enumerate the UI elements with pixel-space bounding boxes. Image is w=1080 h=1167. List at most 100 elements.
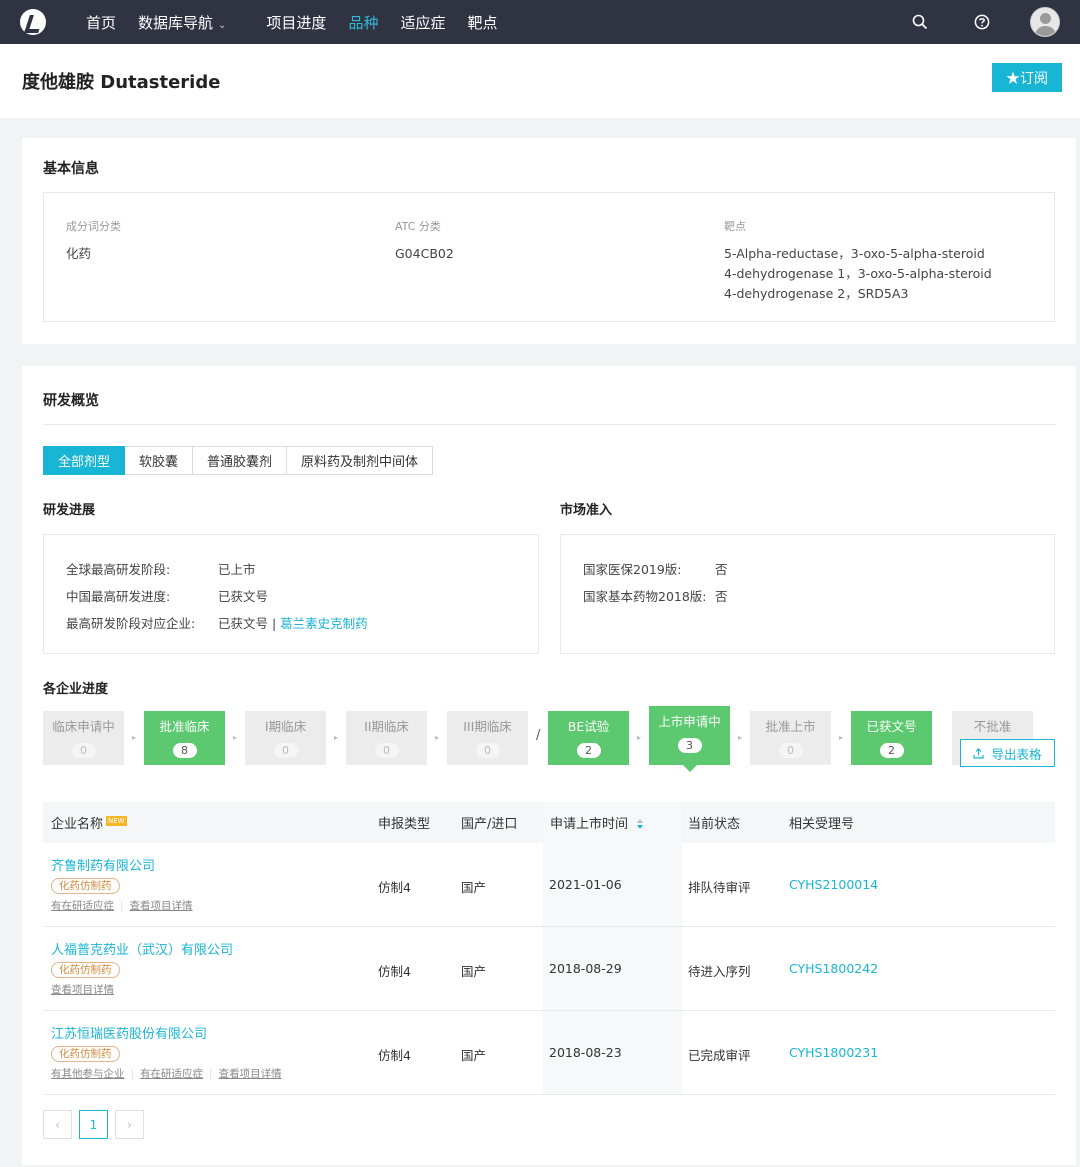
basic-info-card: 基本信息 成分词分类 化药 ATC 分类 G04CB02 靶点 5-Alpha-…	[22, 138, 1076, 344]
help-icon[interactable]	[972, 12, 992, 32]
kv-row-edl: 国家基本药物2018版: 否	[583, 583, 1032, 610]
kv-value: 已获文号	[218, 589, 269, 604]
indications-link[interactable]: 有在研适应症	[140, 1068, 203, 1080]
stage-count: 2	[576, 743, 601, 758]
acceptance-link[interactable]: CYHS2100014	[789, 877, 878, 892]
next-page-button[interactable]: ›	[115, 1110, 144, 1139]
tab-soft-capsule[interactable]: 软胶囊	[125, 446, 194, 475]
date-cell: 2018-08-23	[549, 1045, 622, 1060]
stage-phase-2[interactable]: II期临床 0	[346, 711, 427, 765]
stage-clinical-application[interactable]: 临床申请中 0	[43, 711, 124, 765]
info-value: 5-Alpha-reductase，3-oxo-5-alpha-steroid …	[724, 246, 992, 301]
company-name-link[interactable]: 江苏恒瑞医药股份有限公司	[51, 1023, 282, 1042]
market-section: 市场准入 国家医保2019版: 否 国家基本药物2018版: 否	[560, 499, 1055, 654]
row-links: 有在研适应症 | 查看项目详情	[51, 900, 193, 912]
nav-item-targets[interactable]: 靶点	[467, 12, 497, 33]
search-icon[interactable]	[910, 12, 930, 32]
type-cell: 仿制4	[378, 964, 411, 979]
arrow-right-icon: ▸	[435, 733, 440, 742]
stage-count: 2	[879, 743, 904, 758]
stage-label: 上市申请中	[658, 714, 721, 729]
tab-api-intermediate[interactable]: 原料药及制剂中间体	[287, 446, 434, 475]
market-box: 国家医保2019版: 否 国家基本药物2018版: 否	[560, 534, 1055, 654]
user-avatar-icon[interactable]	[1030, 7, 1060, 37]
tab-all-dosage[interactable]: 全部剂型	[43, 446, 126, 475]
stage-marketing-approved[interactable]: 批准上市 0	[750, 711, 831, 765]
kv-row-company: 最高研发阶段对应企业: 已获文号 | 葛兰素史克制药	[66, 610, 516, 637]
kv-key: 最高研发阶段对应企业:	[66, 616, 196, 631]
arrow-right-icon: ▸	[132, 733, 137, 742]
info-target: 靶点 5-Alpha-reductase，3-oxo-5-alpha-stero…	[724, 218, 994, 304]
project-detail-link[interactable]: 查看项目详情	[130, 900, 193, 912]
nav-item-database-label: 数据库导航	[138, 13, 214, 32]
export-label: 导出表格	[991, 747, 1042, 762]
company-name-link[interactable]: 人福普克药业（武汉）有限公司	[51, 939, 233, 958]
header-acceptance: 相关受理号	[789, 817, 855, 832]
arrow-right-icon: ▸	[334, 733, 339, 742]
stage-count: 0	[273, 743, 298, 758]
drug-type-tag: 化药仿制药	[51, 962, 120, 978]
kv-row-china: 中国最高研发进度: 已获文号	[66, 583, 516, 610]
logo-icon[interactable]	[20, 9, 46, 35]
row-links: 查看项目详情	[51, 982, 233, 997]
kv-key: 国家医保2019版:	[583, 562, 682, 577]
kv-key: 国家基本药物2018版:	[583, 589, 707, 604]
company-name-link[interactable]: 齐鲁制药有限公司	[51, 855, 193, 874]
indications-link[interactable]: 有在研适应症	[51, 900, 114, 912]
arrow-right-icon: ▸	[233, 733, 238, 742]
header-origin: 国产/进口	[461, 817, 518, 832]
header-date-label: 申请上市时间	[550, 817, 629, 832]
progress-market-row: 研发进展 全球最高研发阶段: 已上市 中国最高研发进度: 已获文号 最高研发阶段…	[43, 499, 1055, 654]
stage-be-trial[interactable]: BE试验 2	[548, 711, 629, 765]
header-date[interactable]: 申请上市时间	[550, 813, 644, 832]
origin-cell: 国产	[461, 1048, 487, 1063]
origin-cell: 国产	[461, 880, 487, 895]
nav-item-projects[interactable]: 项目进度	[266, 12, 326, 33]
stage-approval-number[interactable]: 已获文号 2	[851, 711, 932, 765]
pipeline-stages: 临床申请中 0 ▸ 批准临床 8 ▸ I期临床 0 ▸ II期临床 0 ▸ II…	[43, 706, 1055, 801]
stage-label: I期临床	[264, 719, 307, 734]
table-row: 江苏恒瑞医药股份有限公司 化药仿制药 有其他参与企业 | 有在研适应症 | 查看项目详情…	[43, 1011, 1055, 1095]
stage-label: BE试验	[567, 719, 610, 734]
other-companies-link[interactable]: 有其他参与企业	[51, 1068, 125, 1080]
nav-item-indications[interactable]: 适应症	[400, 12, 445, 33]
kv-value: 已获文号 |	[218, 616, 281, 631]
table-row: 人福普克药业（武汉）有限公司 化药仿制药 查看项目详情 仿制4 国产 2018-…	[43, 927, 1055, 1011]
nav-item-database[interactable]: 数据库导航 ⌄	[138, 12, 226, 33]
progress-box: 全球最高研发阶段: 已上市 中国最高研发进度: 已获文号 最高研发阶段对应企业:…	[43, 534, 539, 654]
basic-info-title: 基本信息	[43, 161, 99, 177]
nav-item-varieties[interactable]: 品种	[348, 12, 378, 33]
prev-page-button[interactable]: ‹	[43, 1110, 72, 1139]
kv-value: 否	[715, 562, 728, 577]
origin-cell: 国产	[461, 964, 487, 979]
row-links: 有其他参与企业 | 有在研适应症 | 查看项目详情	[51, 1068, 282, 1080]
stage-phase-1[interactable]: I期临床 0	[245, 711, 326, 765]
date-cell: 2018-08-29	[549, 961, 622, 976]
stage-clinical-approved[interactable]: 批准临床 8	[144, 711, 225, 765]
info-atc: ATC 分类 G04CB02	[395, 218, 695, 264]
upload-icon	[973, 747, 985, 759]
table-row: 齐鲁制药有限公司 化药仿制药 有在研适应症 | 查看项目详情 仿制4 国产 2021…	[43, 843, 1055, 927]
nav-item-home[interactable]: 首页	[86, 12, 116, 33]
acceptance-link[interactable]: CYHS1800242	[789, 961, 878, 976]
progress-section: 研发进展 全球最高研发阶段: 已上市 中国最高研发进度: 已获文号 最高研发阶段…	[43, 499, 539, 654]
export-table-button[interactable]: 导出表格	[960, 739, 1055, 767]
kv-row-nrdl: 国家医保2019版: 否	[583, 556, 1032, 583]
acceptance-link[interactable]: CYHS1800231	[789, 1045, 878, 1060]
drug-type-tag: 化药仿制药	[51, 878, 120, 894]
sort-icon	[637, 819, 644, 829]
subscribe-button[interactable]: ★订阅	[992, 63, 1062, 92]
page-1-button[interactable]: 1	[79, 1110, 108, 1139]
info-label: ATC 分类	[395, 220, 441, 233]
company-link[interactable]: 葛兰素史克制药	[280, 610, 368, 637]
stage-label: II期临床	[364, 719, 409, 734]
overview-title: 研发概览	[43, 393, 99, 409]
stage-marketing-application[interactable]: 上市申请中 3	[649, 706, 730, 772]
stage-phase-3[interactable]: III期临床 0	[447, 711, 528, 765]
progress-title: 研发进展	[43, 503, 96, 518]
project-detail-link[interactable]: 查看项目详情	[219, 1068, 282, 1080]
top-nav-bar: 首页 数据库导航 ⌄ 项目进度 品种 适应症 靶点	[0, 0, 1080, 44]
project-detail-link[interactable]: 查看项目详情	[51, 984, 114, 996]
tab-capsule[interactable]: 普通胶囊剂	[193, 446, 288, 475]
company-table: 企业名称 NEW 申报类型 国产/进口 申请上市时间 当前状态 相关受理号 齐鲁制…	[43, 802, 1055, 1095]
